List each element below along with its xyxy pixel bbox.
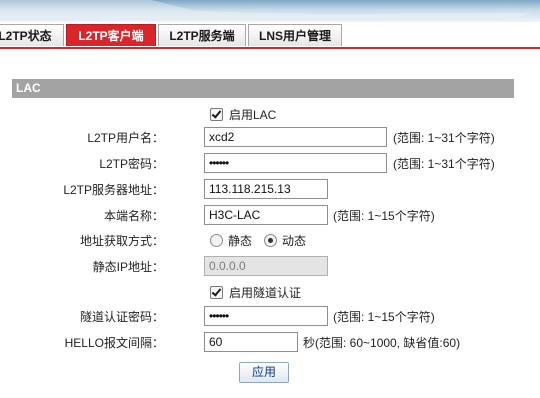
radio-unchecked-icon[interactable] xyxy=(210,234,223,247)
apply-button[interactable]: 应用 xyxy=(239,362,289,383)
checkbox-checked-icon[interactable] xyxy=(210,108,223,121)
row-enable-lac: 启用LAC xyxy=(0,104,540,126)
row-static-ip: 静态IP地址： 0.0.0.0 xyxy=(0,256,540,278)
enable-lac-label: 启用LAC xyxy=(229,108,277,122)
radio-checked-icon[interactable] xyxy=(264,234,277,247)
enable-lac-checkbox[interactable]: 启用LAC xyxy=(210,104,276,126)
tab-l2tp-status[interactable]: L2TP状态 xyxy=(0,24,64,46)
row-enable-tunnel-auth: 启用隧道认证 xyxy=(0,282,540,304)
tab-l2tp-client[interactable]: L2TP客户端 xyxy=(66,24,156,46)
row-tunnel-password: 隧道认证密码： •••••• (范围: 1~15个字符) xyxy=(0,306,540,328)
static-ip-input: 0.0.0.0 xyxy=(204,256,328,276)
server-address-input[interactable]: 113.118.215.13 xyxy=(204,179,328,199)
section-header-lac: LAC xyxy=(12,79,514,98)
address-mode-label: 地址获取方式： xyxy=(79,234,164,248)
tab-l2tp-server[interactable]: L2TP服务端 xyxy=(158,24,246,46)
row-hello-interval: HELLO报文间隔： 60 秒(范围: 60~1000, 缺省值:60) xyxy=(0,332,540,354)
checkbox-checked-icon[interactable] xyxy=(210,286,223,299)
username-input[interactable]: xcd2 xyxy=(204,127,387,147)
static-ip-label: 静态IP地址： xyxy=(92,260,164,274)
row-local-name: 本端名称： H3C-LAC (范围: 1~15个字符) xyxy=(0,205,540,227)
banner-swoosh xyxy=(0,0,540,18)
enable-tunnel-auth-label: 启用隧道认证 xyxy=(229,286,302,300)
dynamic-option-label: 动态 xyxy=(282,234,307,248)
server-address-label: L2TP服务器地址： xyxy=(63,183,164,197)
tab-lns-user-mgmt[interactable]: LNS用户管理 xyxy=(248,24,342,46)
local-name-input[interactable]: H3C-LAC xyxy=(204,205,328,225)
password-input[interactable]: •••••• xyxy=(204,153,387,173)
enable-tunnel-auth-checkbox[interactable]: 启用隧道认证 xyxy=(210,282,301,304)
tunnel-password-input[interactable]: •••••• xyxy=(204,306,328,326)
tunnel-password-label: 隧道认证密码： xyxy=(79,310,164,324)
local-name-label: 本端名称： xyxy=(103,209,164,223)
hello-interval-label: HELLO报文间隔： xyxy=(64,336,164,350)
row-password: L2TP密码： •••••• (范围: 1~31个字符) xyxy=(0,153,540,175)
row-server-address: L2TP服务器地址： 113.118.215.13 xyxy=(0,179,540,201)
address-mode-dynamic-radio[interactable]: 动态 xyxy=(264,230,306,252)
tunnel-password-hint: (范围: 1~15个字符) xyxy=(333,310,435,324)
row-address-mode: 地址获取方式： 静态 动态 xyxy=(0,230,540,252)
top-banner xyxy=(0,0,540,22)
hello-interval-input[interactable]: 60 xyxy=(204,332,298,352)
local-name-hint: (范围: 1~15个字符) xyxy=(333,209,435,223)
hello-interval-hint: 秒(范围: 60~1000, 缺省值:60) xyxy=(303,336,461,350)
password-label: L2TP密码： xyxy=(99,157,164,171)
username-label: L2TP用户名： xyxy=(87,131,164,145)
address-mode-static-radio[interactable]: 静态 xyxy=(210,230,252,252)
tab-bar: L2TP状态 L2TP客户端 L2TP服务端 LNS用户管理 xyxy=(0,24,540,49)
static-option-label: 静态 xyxy=(228,234,253,248)
password-hint: (范围: 1~31个字符) xyxy=(393,157,495,171)
username-hint: (范围: 1~31个字符) xyxy=(393,131,495,145)
row-username: L2TP用户名： xcd2 (范围: 1~31个字符) xyxy=(0,127,540,149)
